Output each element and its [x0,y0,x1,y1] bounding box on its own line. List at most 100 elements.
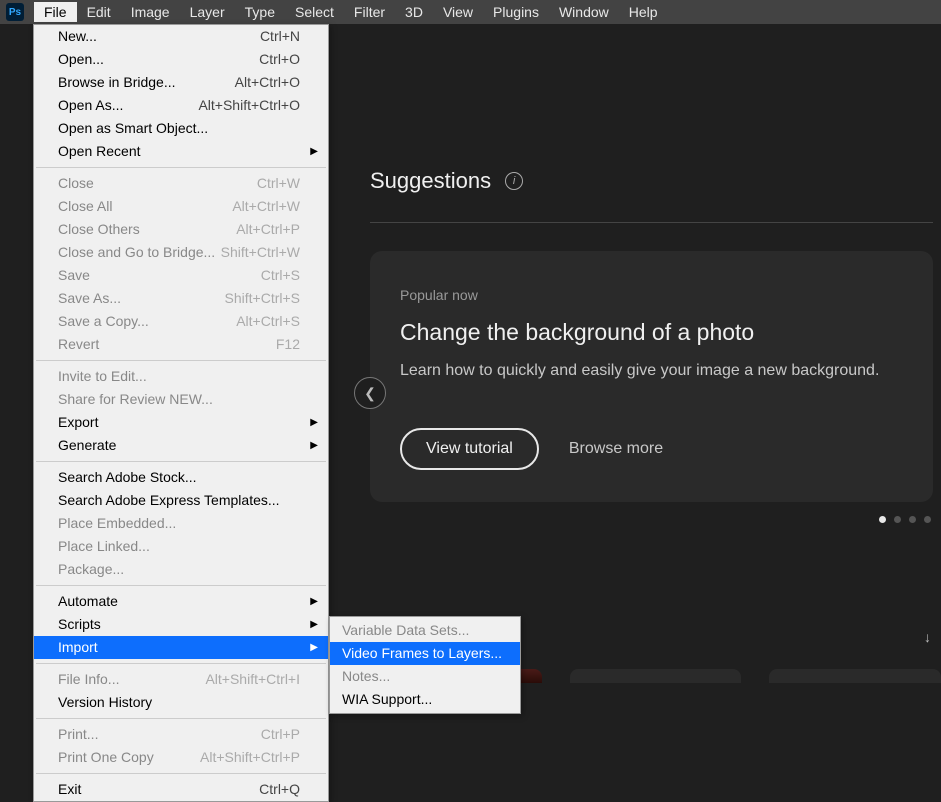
menu-item-label: Export [58,412,300,433]
menu-item-label: Automate [58,591,300,612]
file-menu-item: SaveCtrl+S [34,264,328,287]
file-menu-item: Package... [34,558,328,581]
menu-item-label: Version History [58,692,300,713]
card-description: Learn how to quickly and easily give you… [400,362,903,380]
menu-separator [36,773,326,774]
carousel-dot[interactable] [894,516,901,523]
file-menu-item[interactable]: Open As...Alt+Shift+Ctrl+O [34,94,328,117]
import-submenu-item[interactable]: WIA Support... [330,688,520,711]
file-menu-item[interactable]: Open Recent ▶ [34,140,328,163]
menu-separator [36,663,326,664]
menu-window[interactable]: Window [549,2,619,22]
menu-help[interactable]: Help [619,2,668,22]
menu-plugins[interactable]: Plugins [483,2,549,22]
menu-item-label: Close All [58,196,232,217]
file-menu-item: File Info...Alt+Shift+Ctrl+I [34,668,328,691]
menu-item-label: Open Recent [58,141,300,162]
menu-select[interactable]: Select [285,2,344,22]
file-menu-item: Share for Review NEW... [34,388,328,411]
file-menu-item: Close AllAlt+Ctrl+W [34,195,328,218]
menu-item-shortcut: Ctrl+N [260,26,300,47]
file-menu-item[interactable]: Browse in Bridge...Alt+Ctrl+O [34,71,328,94]
menu-item-shortcut: F12 [276,334,300,355]
file-menu-item[interactable]: Scripts▶ [34,613,328,636]
file-menu-item: Close and Go to Bridge...Shift+Ctrl+W [34,241,328,264]
menu-item-label: Generate [58,435,300,456]
menu-item-label: Print... [58,724,261,745]
menu-item-label: Revert [58,334,276,355]
menu-item-label: Invite to Edit... [58,366,300,387]
menu-view[interactable]: View [433,2,483,22]
file-menu-item: Print...Ctrl+P [34,723,328,746]
carousel-prev-button[interactable]: ❮ [354,377,386,409]
recent-thumbnail[interactable] [570,669,742,683]
file-menu-item: Save a Copy...Alt+Ctrl+S [34,310,328,333]
divider [370,222,933,223]
menu-item-label: Import [58,637,300,658]
menu-item-shortcut: Ctrl+W [257,173,300,194]
file-menu-item[interactable]: Automate ▶ [34,590,328,613]
menu-item-label: Browse in Bridge... [58,72,235,93]
menu-item-shortcut: Alt+Shift+Ctrl+O [198,95,300,116]
menu-item-label: Save a Copy... [58,311,236,332]
menubar: Ps FileEditImageLayerTypeSelectFilter3DV… [0,0,941,24]
file-menu-item[interactable]: Open as Smart Object... [34,117,328,140]
view-tutorial-button[interactable]: View tutorial [400,428,539,470]
menu-type[interactable]: Type [235,2,285,22]
menu-item-label: Open as Smart Object... [58,118,300,139]
submenu-arrow-icon: ▶ [310,591,318,612]
file-menu-item: Close OthersAlt+Ctrl+P [34,218,328,241]
file-menu-item[interactable]: New...Ctrl+N [34,25,328,48]
carousel-dot[interactable] [879,516,886,523]
import-submenu: Variable Data Sets...Video Frames to Lay… [329,616,521,714]
menu-item-label: Save [58,265,261,286]
menu-item-label: Open... [58,49,259,70]
menu-image[interactable]: Image [121,2,180,22]
menu-item-shortcut: Ctrl+Q [259,779,300,800]
menu-3d[interactable]: 3D [395,2,433,22]
menu-filter[interactable]: Filter [344,2,395,22]
menu-separator [36,360,326,361]
menu-item-label: Place Embedded... [58,513,300,534]
file-menu-item[interactable]: Generate ▶ [34,434,328,457]
menu-item-shortcut: Ctrl+S [261,265,300,286]
menu-item-shortcut: Shift+Ctrl+W [221,242,300,263]
file-menu-item[interactable]: Open...Ctrl+O [34,48,328,71]
submenu-arrow-icon: ▶ [310,141,318,162]
carousel-dot[interactable] [924,516,931,523]
menu-item-label: Close [58,173,257,194]
submenu-arrow-icon: ▶ [310,614,318,635]
card-actions: View tutorial Browse more [400,428,903,470]
menu-edit[interactable]: Edit [77,2,121,22]
submenu-arrow-icon: ▶ [310,435,318,456]
menu-item-label: Place Linked... [58,536,300,557]
file-menu-item[interactable]: Export▶ [34,411,328,434]
suggestions-header: Suggestions i [370,168,941,194]
import-submenu-item: Notes... [330,665,520,688]
file-menu-item: Place Embedded... [34,512,328,535]
import-submenu-item: Variable Data Sets... [330,619,520,642]
card-tag: Popular now [400,287,903,303]
info-icon[interactable]: i [505,172,523,190]
file-menu-item[interactable]: Search Adobe Express Templates... [34,489,328,512]
menu-item-label: Close and Go to Bridge... [58,242,221,263]
menu-file[interactable]: File [34,2,77,22]
file-menu-item[interactable]: ExitCtrl+Q [34,778,328,801]
import-submenu-item[interactable]: Video Frames to Layers... [330,642,520,665]
carousel-dot[interactable] [909,516,916,523]
menu-layer[interactable]: Layer [180,2,235,22]
menu-item-label: Print One Copy [58,747,200,768]
file-menu-item[interactable]: Search Adobe Stock... [34,466,328,489]
file-menu-item[interactable]: Import▶ [34,636,328,659]
browse-more-link[interactable]: Browse more [569,440,663,458]
menu-item-shortcut: Alt+Shift+Ctrl+I [205,669,300,690]
menu-separator [36,461,326,462]
menu-item-shortcut: Alt+Ctrl+P [236,219,300,240]
menu-item-shortcut: Alt+Ctrl+S [236,311,300,332]
sort-direction-icon[interactable]: ↓ [924,629,931,645]
menu-item-label: File Info... [58,669,205,690]
carousel-dots [370,516,931,523]
recent-thumbnail[interactable] [769,669,941,683]
file-menu-item: RevertF12 [34,333,328,356]
file-menu-item[interactable]: Version History [34,691,328,714]
